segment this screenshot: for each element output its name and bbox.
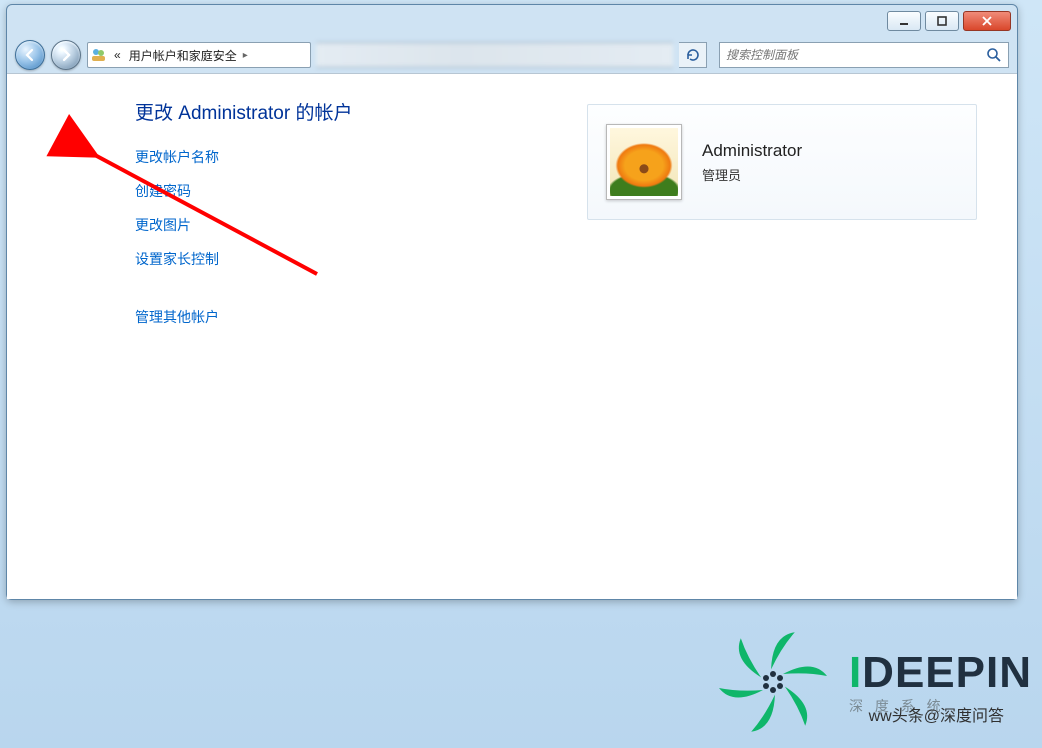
- minimize-icon: [898, 16, 910, 26]
- breadcrumb-prefix: «: [110, 48, 125, 62]
- control-panel-window: « 用户帐户和家庭安全 ▸ 更改 Administrator 的帐户 更改帐户名…: [6, 4, 1018, 600]
- ideepin-swirl-icon: [713, 622, 833, 742]
- close-button[interactable]: [963, 11, 1011, 31]
- account-role: 管理员: [702, 165, 802, 184]
- navbar: « 用户帐户和家庭安全 ▸: [7, 37, 1017, 73]
- titlebar: [7, 5, 1017, 37]
- nav-back-button[interactable]: [15, 40, 45, 70]
- content-pane: 更改 Administrator 的帐户 更改帐户名称 创建密码 更改图片 设置…: [7, 73, 1017, 599]
- account-name: Administrator: [702, 141, 802, 161]
- flower-avatar-image: [610, 128, 678, 196]
- close-icon: [981, 16, 993, 26]
- nav-forward-button[interactable]: [51, 40, 81, 70]
- user-accounts-icon: [88, 47, 110, 63]
- arrow-left-icon: [23, 48, 37, 62]
- search-input[interactable]: [726, 48, 986, 62]
- search-icon: [986, 47, 1002, 63]
- attribution-text: ww头条@深度问答: [869, 702, 1004, 726]
- brand-text: IDEEPIN: [849, 648, 1032, 698]
- maximize-icon: [936, 16, 948, 26]
- address-bar-blurred: [316, 42, 673, 68]
- account-card: Administrator 管理员: [587, 104, 977, 220]
- task-manage-other-accounts[interactable]: 管理其他帐户: [135, 307, 987, 327]
- refresh-icon: [686, 48, 700, 62]
- search-box[interactable]: [719, 42, 1009, 68]
- minimize-button[interactable]: [887, 11, 921, 31]
- breadcrumb-item[interactable]: 用户帐户和家庭安全: [125, 47, 241, 64]
- breadcrumb-caret[interactable]: ▸: [241, 50, 250, 61]
- task-parental-controls[interactable]: 设置家长控制: [135, 249, 987, 269]
- address-bar[interactable]: « 用户帐户和家庭安全 ▸: [87, 42, 311, 68]
- account-avatar: [606, 124, 682, 200]
- refresh-button[interactable]: [679, 42, 707, 68]
- maximize-button[interactable]: [925, 11, 959, 31]
- arrow-right-icon: [59, 48, 73, 62]
